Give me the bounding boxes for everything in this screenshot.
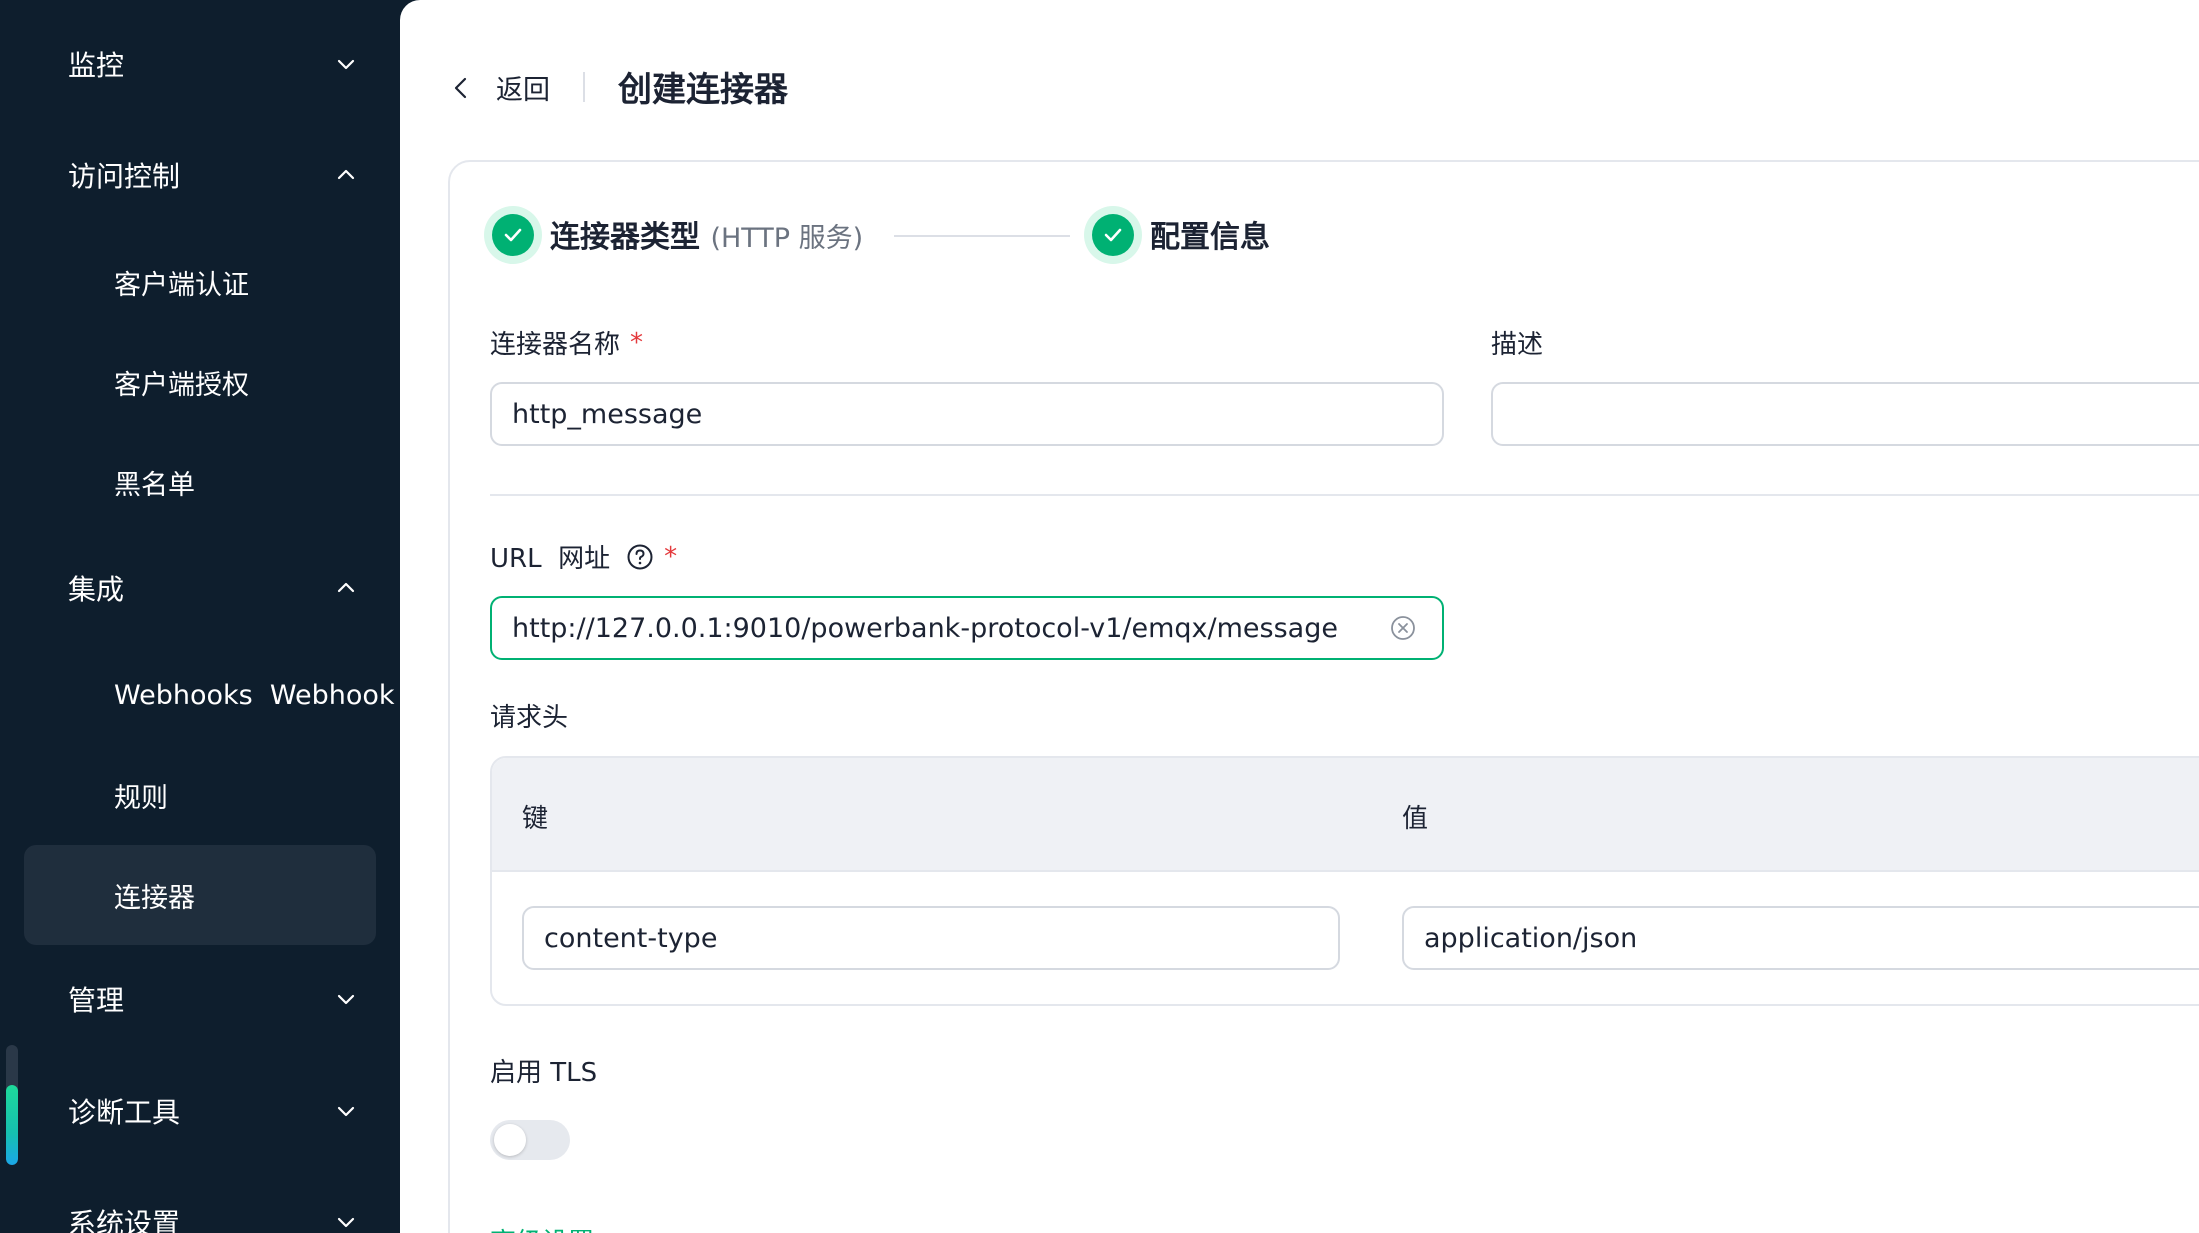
sidebar: 监控 访问控制 客户端认证 客户端授权 黑名单 集成 Webhooks Webh… [0,0,400,1233]
sidebar-item-rules[interactable]: 规则 [24,745,376,845]
step-1-check-icon [484,206,542,264]
sidebar-group-label: 系统设置 [68,1207,181,1233]
url-input[interactable] [490,596,1444,660]
chevron-down-icon [337,1106,355,1117]
url-field-label: URL 网址 * [490,538,677,575]
sidebar-group-diagnostics[interactable]: 诊断工具 [0,1055,400,1167]
headers-table-header: 键 值 [492,758,2199,872]
tls-label-text: 启用 TLS [490,1058,598,1088]
sidebar-group-label: 访问控制 [68,160,181,193]
main-content: 返回 创建连接器 连接器类型 (HTTP 服务) 配置信息 连接器名称 * ht… [400,0,2199,1233]
sidebar-scrollbar[interactable] [6,1045,18,1165]
sidebar-group-integration[interactable]: 集成 [0,532,400,644]
required-mark: * [630,327,644,358]
sidebar-item-label: Webhooks Webhook [114,679,395,711]
headers-key-column: 键 [522,804,549,834]
chevron-down-icon [337,59,355,70]
tls-toggle-knob [494,1124,526,1156]
step-connector-line [894,235,1070,237]
sidebar-item-label: 客户端授权 [114,369,249,401]
url-label-text: URL 网址 [490,544,611,574]
header-divider [583,72,585,102]
headers-field-label: 请求头 [490,697,568,734]
section-divider [490,494,2199,496]
sidebar-group-label: 诊断工具 [68,1096,181,1129]
name-input[interactable] [490,382,1444,446]
back-link[interactable]: 返回 [496,68,550,107]
sidebar-item-connectors[interactable]: 连接器 [24,845,376,945]
sidebar-scrollbar-thumb[interactable] [6,1085,18,1165]
step-1-subtitle: (HTTP 服务) [710,223,864,254]
page-title: 创建连接器 [618,70,788,110]
sidebar-group-label: 集成 [68,573,125,606]
step-1-title-text: 连接器类型 [550,220,700,255]
chevron-right-icon [606,1230,628,1233]
chevron-left-icon[interactable] [450,75,472,101]
step-1-title: 连接器类型 (HTTP 服务) [550,212,863,256]
page-header: 返回 创建连接器 [400,0,2199,175]
header-key-input[interactable] [522,906,1340,970]
sidebar-group-label: 管理 [68,984,125,1017]
tls-toggle[interactable] [490,1120,570,1160]
sidebar-group-monitor[interactable]: 监控 [0,8,400,120]
headers-table: 键 值 [490,756,2199,1006]
sidebar-item-label: 黑名单 [114,469,195,501]
step-2-title-text: 配置信息 [1150,220,1270,255]
sidebar-item-blacklist[interactable]: 黑名单 [24,432,376,532]
step-2-check-icon [1084,206,1142,264]
sidebar-group-label: 监控 [68,49,125,82]
sidebar-item-client-authz[interactable]: 客户端授权 [24,332,376,432]
description-field-label: 描述 [1491,324,1543,361]
description-input[interactable] [1491,382,2199,446]
advanced-settings-label: 高级设置 [490,1222,594,1233]
tls-field-label: 启用 TLS [490,1052,597,1089]
sidebar-item-label: 连接器 [114,882,195,914]
clear-input-icon[interactable] [1390,615,1416,641]
sidebar-item-client-auth[interactable]: 客户端认证 [24,232,376,332]
step-2-title: 配置信息 [1150,212,1270,256]
sidebar-item-webhooks[interactable]: Webhooks Webhook [24,645,395,745]
name-label-text: 连接器名称 [490,330,621,360]
name-field-label: 连接器名称 * [490,324,643,361]
required-mark: * [664,541,678,572]
headers-label-text: 请求头 [490,703,569,733]
sidebar-group-access-control[interactable]: 访问控制 [0,119,400,231]
sidebar-group-management[interactable]: 管理 [0,943,400,1055]
chevron-up-icon [337,169,355,180]
advanced-settings-link[interactable]: 高级设置 [490,1222,628,1233]
description-label-text: 描述 [1491,330,1544,360]
chevron-up-icon [337,582,355,593]
chevron-down-icon [337,994,355,1005]
sidebar-item-label: 客户端认证 [114,269,249,301]
header-value-input[interactable] [1402,906,2199,970]
sidebar-group-settings[interactable]: 系统设置 [0,1166,400,1233]
headers-value-column: 值 [1402,804,1429,834]
help-icon[interactable] [626,543,654,571]
sidebar-item-label: 规则 [114,782,168,814]
chevron-down-icon [337,1217,355,1228]
connector-form-card: 连接器类型 (HTTP 服务) 配置信息 连接器名称 * 描述 URL 网址 [448,160,2199,1233]
